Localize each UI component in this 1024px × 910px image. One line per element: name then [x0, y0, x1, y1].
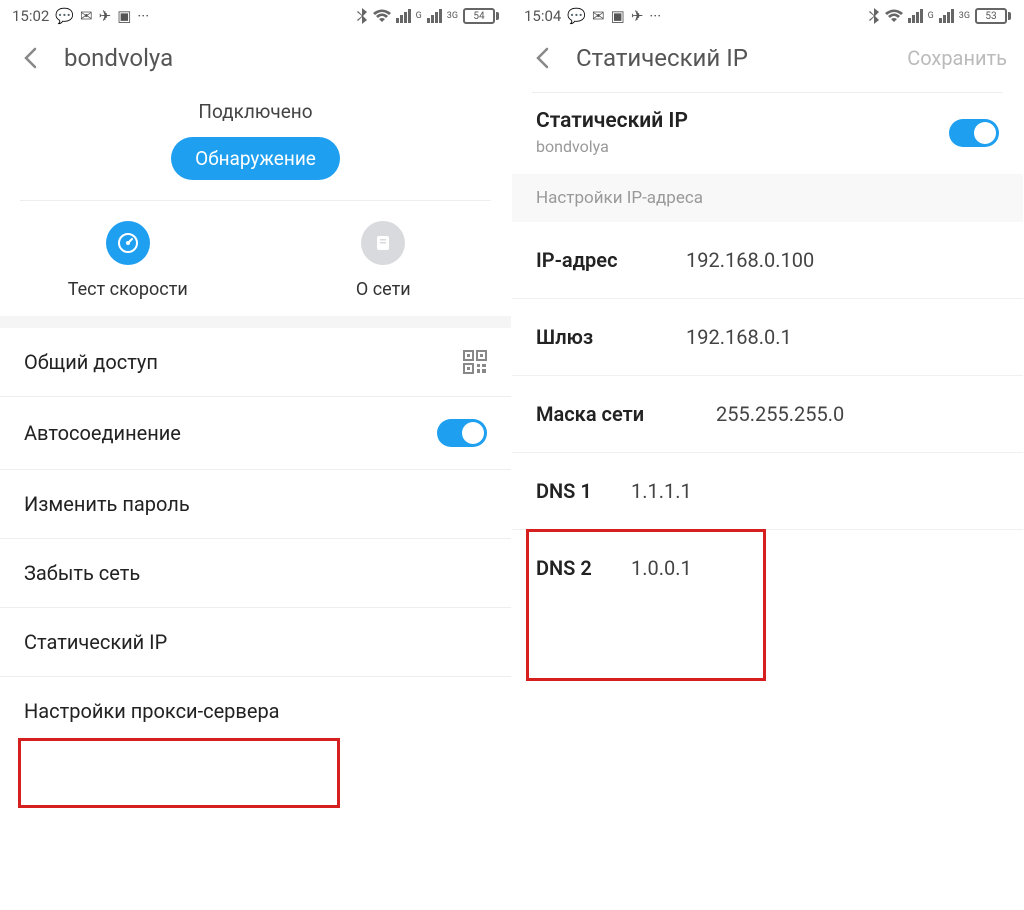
network-g-1: G	[928, 11, 934, 21]
gauge-icon	[106, 221, 150, 265]
status-time: 15:04	[524, 7, 561, 25]
highlight-dns	[526, 529, 766, 681]
autoconnect-toggle[interactable]	[437, 419, 487, 447]
status-bar: 15:04 💬 ✉ ▣ ✈ ··· G 3G 53	[512, 0, 1023, 32]
header: bondvolya	[0, 32, 511, 92]
more-icon: ···	[649, 7, 661, 25]
proxy-settings-row[interactable]: Настройки прокси-сервера	[0, 676, 511, 745]
sharing-row[interactable]: Общий доступ	[0, 328, 511, 396]
sim-icon: ▣	[117, 7, 131, 25]
bluetooth-icon	[869, 8, 880, 24]
about-network-label: О сети	[256, 279, 512, 300]
back-icon[interactable]	[528, 44, 556, 72]
section-gap	[0, 316, 511, 328]
connection-status-section: Подключено Обнаружение	[0, 92, 511, 200]
ip-address-value: 192.168.0.100	[686, 248, 814, 272]
header: Статический IP Сохранить	[512, 32, 1023, 92]
change-password-row[interactable]: Изменить пароль	[0, 469, 511, 538]
forget-network-label: Забыть сеть	[24, 561, 140, 585]
telegram-icon: ✈	[631, 7, 644, 25]
wifi-icon	[373, 9, 391, 23]
gateway-value: 192.168.0.1	[686, 325, 792, 349]
sim-icon: ▣	[611, 7, 625, 25]
battery-icon: 54	[463, 8, 499, 24]
signal-icon-1	[908, 9, 923, 23]
proxy-label: Настройки прокси-сервера	[24, 699, 280, 723]
connected-label: Подключено	[0, 100, 511, 123]
messenger-icon: ✉	[592, 7, 605, 25]
left-screen: 15:02 💬 ✉ ✈ ▣ ··· G 3G 54 bondvo	[0, 0, 512, 910]
dns1-row[interactable]: DNS 1 1.1.1.1	[512, 452, 1023, 529]
about-network-button[interactable]: О сети	[256, 221, 512, 300]
page-title: bondvolya	[64, 44, 495, 72]
save-button[interactable]: Сохранить	[907, 46, 1007, 70]
dns1-label: DNS 1	[536, 479, 631, 503]
signal-icon-2	[427, 9, 442, 23]
static-ip-toggle-row: Статический IP bondvolya	[512, 93, 1023, 174]
static-ip-toggle[interactable]	[949, 119, 999, 147]
bluetooth-icon	[357, 8, 368, 24]
network-g-1: G	[416, 11, 422, 21]
right-screen: 15:04 💬 ✉ ▣ ✈ ··· G 3G 53 Статич	[512, 0, 1024, 910]
status-bar: 15:02 💬 ✉ ✈ ▣ ··· G 3G 54	[0, 0, 511, 32]
signal-icon-1	[396, 9, 411, 23]
sharing-label: Общий доступ	[24, 350, 158, 374]
netmask-label: Маска сети	[536, 402, 696, 426]
netmask-row[interactable]: Маска сети 255.255.255.0	[512, 375, 1023, 452]
discover-button[interactable]: Обнаружение	[171, 137, 340, 180]
more-icon: ···	[137, 7, 149, 25]
chat-icon: 💬	[567, 7, 586, 25]
status-time: 15:02	[12, 7, 49, 25]
gateway-label: Шлюз	[536, 325, 666, 349]
gateway-row[interactable]: Шлюз 192.168.0.1	[512, 298, 1023, 375]
chat-icon: 💬	[55, 7, 74, 25]
signal-icon-2	[939, 9, 954, 23]
forget-network-row[interactable]: Забыть сеть	[0, 538, 511, 607]
settings-list: Общий доступ Автосоединение Изменить пар…	[0, 328, 511, 745]
autoconnect-row[interactable]: Автосоединение	[0, 396, 511, 469]
wifi-icon	[885, 9, 903, 23]
static-ip-subtitle: bondvolya	[536, 137, 688, 156]
document-icon	[361, 221, 405, 265]
static-ip-label: Статический IP	[24, 630, 167, 654]
section-header: Настройки IP-адреса	[512, 174, 1023, 222]
network-3g: 3G	[959, 11, 970, 21]
action-icons: Тест скорости О сети	[0, 201, 511, 316]
ip-address-row[interactable]: IP-адрес 192.168.0.100	[512, 222, 1023, 298]
speed-test-button[interactable]: Тест скорости	[0, 221, 256, 300]
messenger-icon: ✉	[80, 7, 93, 25]
ip-address-label: IP-адрес	[536, 248, 666, 272]
back-icon[interactable]	[16, 44, 44, 72]
telegram-icon: ✈	[99, 7, 112, 25]
network-3g: 3G	[447, 11, 458, 21]
static-ip-title: Статический IP	[536, 109, 688, 133]
netmask-value: 255.255.255.0	[716, 402, 844, 426]
dns1-value: 1.1.1.1	[631, 479, 692, 503]
qr-icon	[463, 350, 487, 374]
static-ip-row[interactable]: Статический IP	[0, 607, 511, 676]
battery-icon: 53	[975, 8, 1011, 24]
page-title: Статический IP	[576, 44, 907, 72]
change-password-label: Изменить пароль	[24, 492, 190, 516]
speed-test-label: Тест скорости	[0, 279, 256, 300]
highlight-static-ip	[18, 738, 340, 808]
autoconnect-label: Автосоединение	[24, 421, 181, 445]
